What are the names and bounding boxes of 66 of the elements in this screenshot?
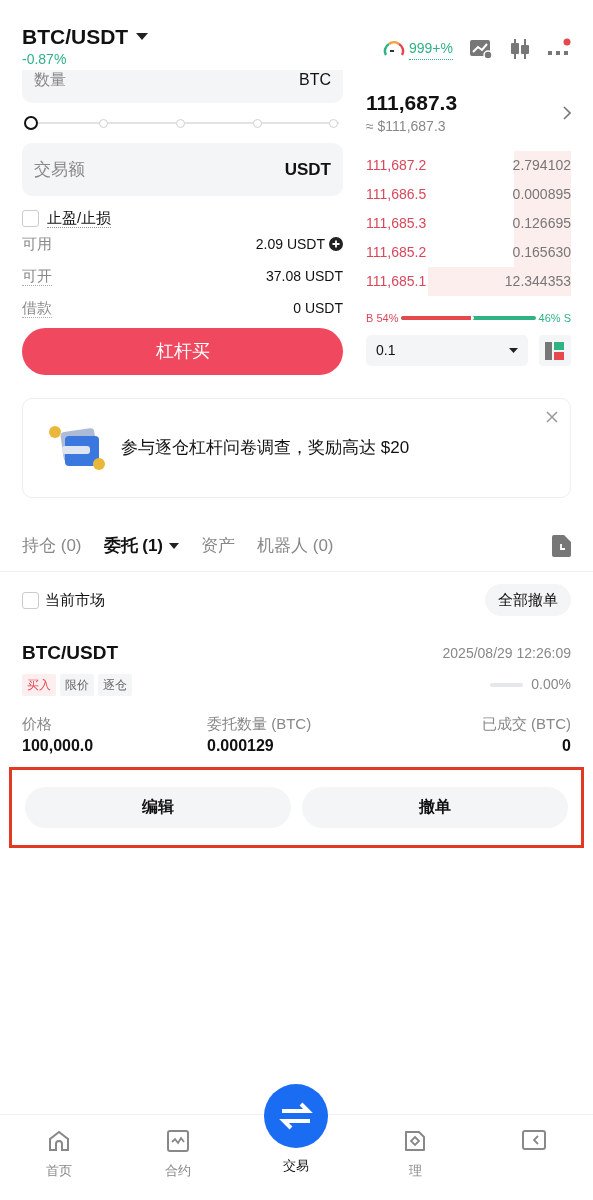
wallet-icon[interactable]	[520, 1129, 547, 1151]
order-tag: 限价	[60, 673, 94, 696]
sell-ratio: 46% S	[538, 310, 571, 326]
order-tag: 买入	[22, 673, 56, 696]
last-price: 111,687.3	[366, 90, 458, 116]
tp-sl-label[interactable]: 止盈/止损	[47, 208, 112, 228]
fiat-price: ≈ $111,687.3	[366, 117, 447, 136]
info-value: 37.08 USDT	[265, 266, 343, 286]
layout-icon[interactable]	[539, 335, 571, 366]
tab[interactable]: 机器人 (0)	[257, 532, 334, 559]
quantity-field[interactable]: 数量 BTC	[22, 70, 343, 103]
info-value: 0 USDT	[293, 298, 343, 318]
precision-select[interactable]: 0.1	[366, 335, 528, 366]
action-button[interactable]: 编辑	[25, 786, 291, 828]
info-label: 借款	[22, 298, 52, 318]
gauge-value[interactable]: 999+%	[409, 38, 453, 60]
home-icon[interactable]	[47, 1129, 72, 1153]
field-value: 100,000.0	[22, 735, 95, 756]
tab[interactable]: 资产	[201, 532, 235, 559]
diamond-document-icon[interactable]	[403, 1129, 428, 1153]
field-label: 价格	[22, 713, 53, 734]
order-pair: BTC/USDT	[22, 641, 119, 665]
checkbox[interactable]	[22, 591, 39, 609]
nav-item[interactable]: 首页	[0, 1114, 119, 1200]
ask-row[interactable]: 111,687.2 2.794102	[366, 151, 571, 180]
caret-icon	[509, 347, 518, 354]
pair-title[interactable]: BTC/USDT	[22, 24, 129, 50]
field-label: 委托数量 (BTC)	[207, 713, 313, 734]
info-value: 2.09 USDT	[255, 234, 325, 254]
amount-field[interactable]: 交易额 USDT	[22, 143, 343, 196]
info-label: 可开	[22, 266, 52, 286]
action-button[interactable]: 撤单	[302, 786, 568, 828]
caret-icon[interactable]	[136, 33, 149, 41]
field-value: 0.000129	[207, 735, 275, 756]
progress-text: 0.00%	[531, 675, 571, 694]
chevron-right-icon[interactable]	[563, 106, 571, 120]
add-icon[interactable]	[329, 237, 343, 251]
nav-item[interactable]: 交易	[237, 1082, 356, 1200]
close-icon[interactable]	[546, 411, 558, 423]
cancel-all-button[interactable]: 全部撤单	[485, 584, 571, 616]
tab[interactable]: 持仓 (0)	[22, 532, 82, 559]
buy-ratio: B 54%	[366, 310, 399, 326]
order-history-icon[interactable]	[551, 534, 571, 557]
nav-item[interactable]: 理	[355, 1114, 475, 1200]
banner-text: 参与逐仓杠杆问卷调查，奖励高达 $20	[121, 437, 410, 460]
ask-row[interactable]: 111,685.1 12.344353	[366, 267, 571, 296]
filter-label[interactable]: 当前市场	[45, 588, 105, 612]
gauge-icon[interactable]	[383, 40, 405, 58]
buy-button[interactable]: 杠杆买	[22, 328, 343, 375]
nav-item[interactable]: 合约	[118, 1114, 238, 1200]
ask-row[interactable]: 111,685.3 0.126695	[366, 209, 571, 238]
field-label: 已成交 (BTC)	[481, 713, 571, 734]
swap-icon[interactable]	[264, 1084, 329, 1148]
field-value: 0	[562, 735, 571, 756]
ask-row[interactable]: 111,686.5 0.000895	[366, 180, 571, 209]
chart-settings-icon[interactable]	[469, 38, 493, 60]
order-time: 2025/08/29 12:26:09	[442, 643, 571, 663]
order-tag: 逐仓	[98, 673, 132, 696]
tab[interactable]: 委托 (1)	[103, 532, 179, 559]
checkbox[interactable]	[22, 209, 39, 227]
survey-banner[interactable]: 参与逐仓杠杆问卷调查，奖励高达 $20	[22, 398, 571, 498]
candlestick-icon[interactable]	[509, 38, 531, 60]
chart-icon[interactable]	[165, 1129, 190, 1153]
info-label: 可用	[22, 233, 52, 254]
ask-row[interactable]: 111,685.2 0.165630	[366, 238, 571, 267]
price-change: -0.87%	[22, 50, 68, 68]
